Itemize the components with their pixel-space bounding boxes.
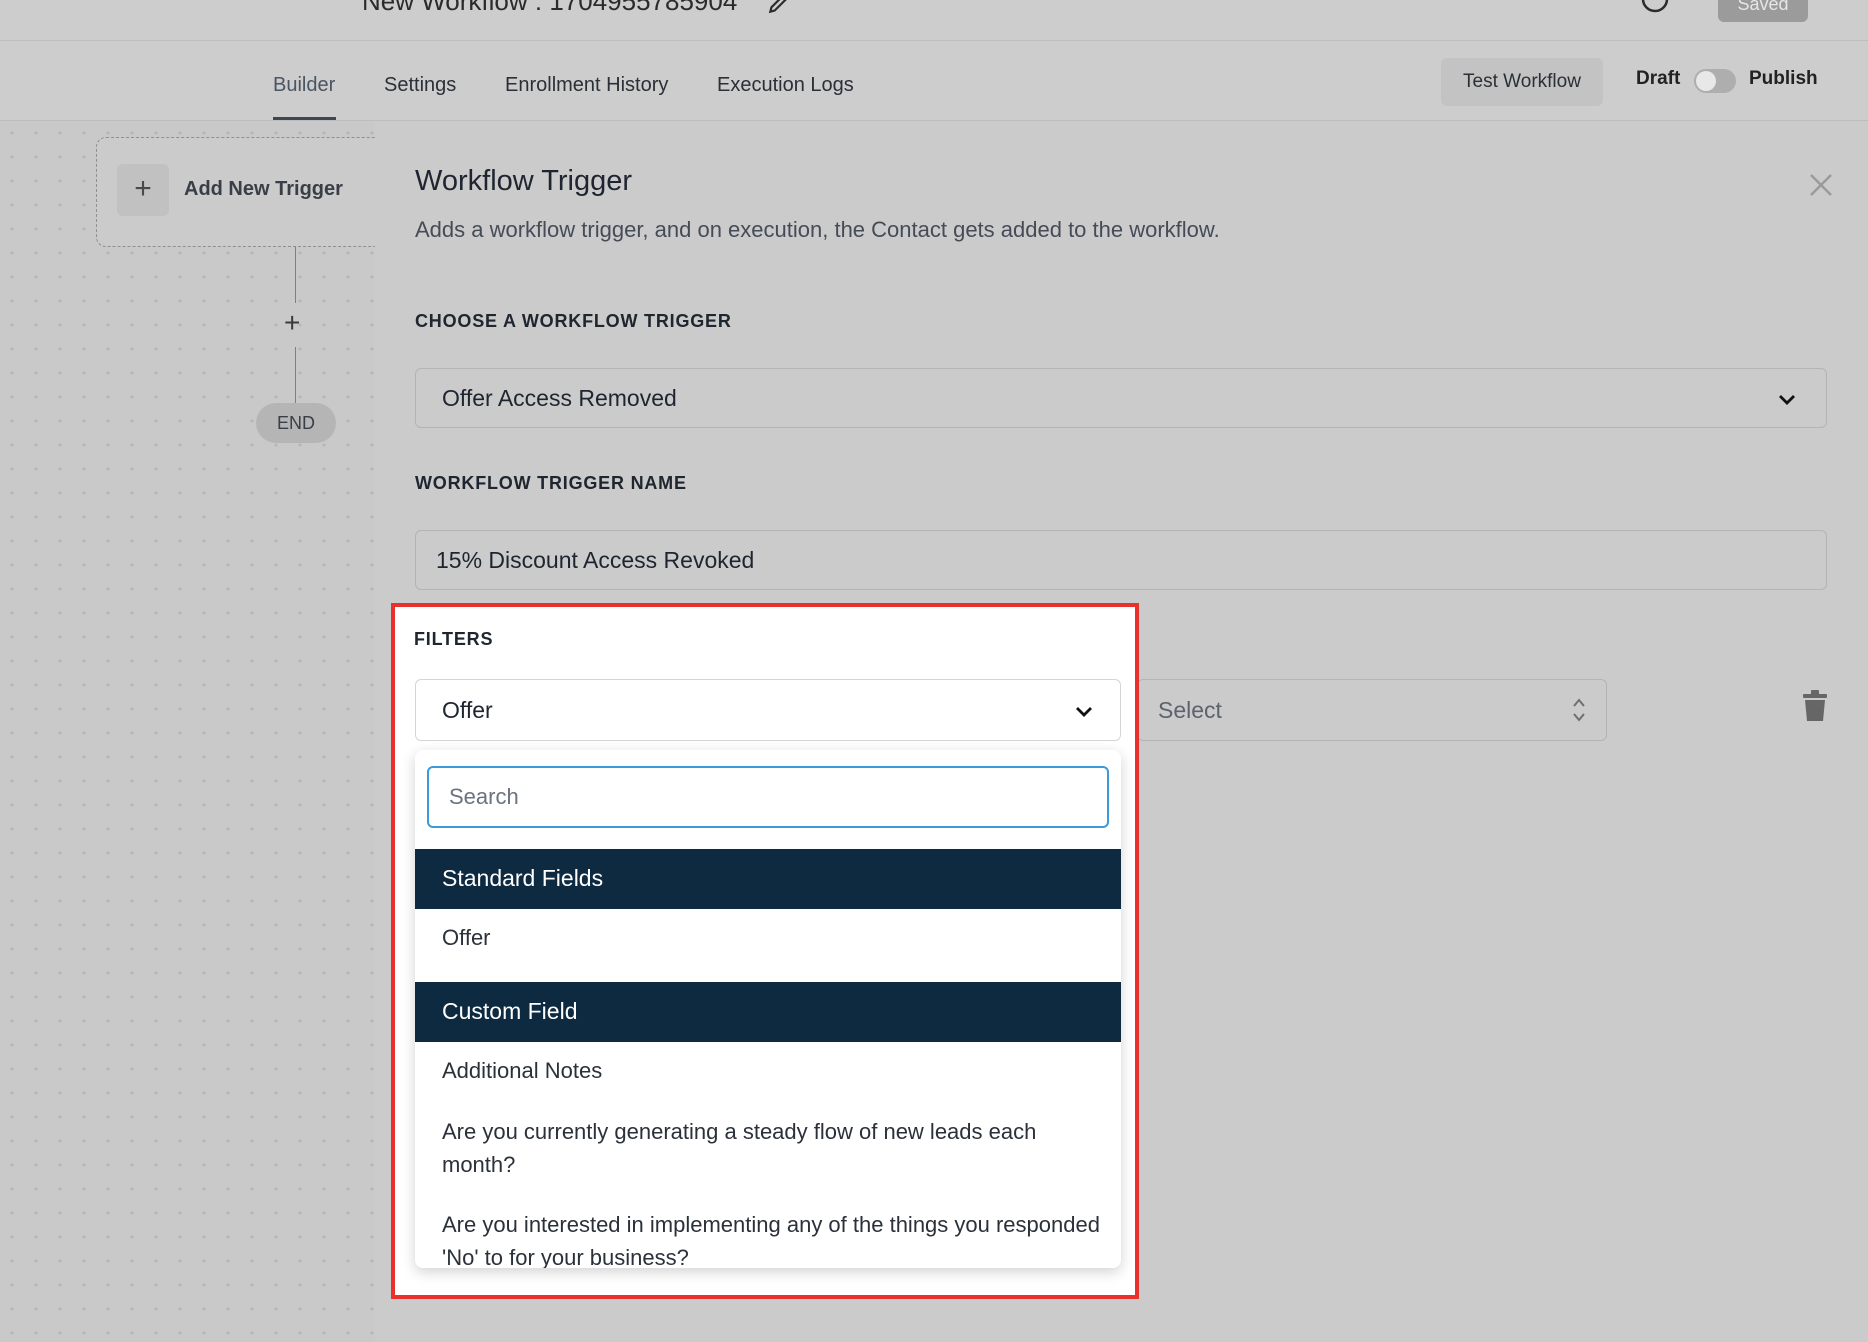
trash-icon[interactable] xyxy=(1802,690,1828,722)
filters-label: FILTERS xyxy=(414,629,494,649)
add-trigger-card[interactable]: + Add New Trigger xyxy=(96,137,386,247)
tab-builder[interactable]: Builder xyxy=(273,74,335,97)
add-trigger-label: Add New Trigger xyxy=(184,178,343,200)
filter-operator-placeholder: Select xyxy=(1158,697,1222,723)
filter-operator-select[interactable]: Select xyxy=(1137,679,1607,741)
group-header-custom-field: Custom Field xyxy=(415,982,1121,1042)
plus-icon: + xyxy=(117,164,169,216)
workflow-canvas[interactable]: + Add New Trigger + END xyxy=(0,121,386,1342)
search-input[interactable] xyxy=(429,768,1107,826)
add-step-icon[interactable]: + xyxy=(284,307,300,339)
tab-execution-logs[interactable]: Execution Logs xyxy=(717,74,854,97)
filter-field-select[interactable]: Offer xyxy=(415,679,1121,741)
trigger-name-label: WORKFLOW TRIGGER NAME xyxy=(415,473,687,493)
option-offer[interactable]: Offer xyxy=(442,921,1102,954)
top-bar: New Workflow : 1704955785904 Saved xyxy=(0,0,1868,41)
trigger-select-value: Offer Access Removed xyxy=(442,385,677,411)
tab-settings[interactable]: Settings xyxy=(384,74,456,97)
publish-label: Publish xyxy=(1749,68,1818,89)
close-icon[interactable] xyxy=(1807,171,1835,199)
chevron-down-icon xyxy=(1779,395,1795,405)
chevron-down-icon xyxy=(1076,707,1092,717)
option-steady-flow-leads[interactable]: Are you currently generating a steady fl… xyxy=(442,1115,1102,1181)
choose-trigger-label: CHOOSE A WORKFLOW TRIGGER xyxy=(415,311,732,331)
connector-line xyxy=(295,247,296,303)
publish-toggle[interactable] xyxy=(1694,69,1736,93)
saved-button[interactable]: Saved xyxy=(1718,0,1808,22)
workflow-title[interactable]: New Workflow : 1704955785904 xyxy=(362,0,737,17)
filter-field-value: Offer xyxy=(442,697,493,723)
sort-arrows-icon xyxy=(1573,698,1585,722)
trigger-name-value: 15% Discount Access Revoked xyxy=(436,547,755,573)
draft-label: Draft xyxy=(1636,68,1681,89)
option-implementing-things[interactable]: Are you interested in implementing any o… xyxy=(442,1208,1102,1268)
filter-field-dropdown: Standard Fields Offer Custom Field Addit… xyxy=(415,750,1121,1268)
tab-enrollment-history[interactable]: Enrollment History xyxy=(505,74,668,97)
connector-line xyxy=(295,347,296,403)
tab-bar: Builder Settings Enrollment History Exec… xyxy=(0,41,1868,121)
edit-icon[interactable] xyxy=(766,0,792,16)
toggle-knob xyxy=(1696,71,1716,91)
option-additional-notes[interactable]: Additional Notes xyxy=(442,1054,1102,1087)
trigger-select[interactable]: Offer Access Removed xyxy=(415,368,1827,428)
group-header-standard-fields: Standard Fields xyxy=(415,849,1121,909)
dropdown-search xyxy=(427,766,1109,828)
test-workflow-button[interactable]: Test Workflow xyxy=(1441,58,1603,106)
panel-description: Adds a workflow trigger, and on executio… xyxy=(415,217,1220,242)
panel-title: Workflow Trigger xyxy=(415,165,633,197)
end-node: END xyxy=(256,403,336,443)
help-icon[interactable] xyxy=(1640,0,1670,14)
active-tab-indicator xyxy=(273,117,336,120)
trigger-name-input[interactable]: 15% Discount Access Revoked xyxy=(415,530,1827,590)
